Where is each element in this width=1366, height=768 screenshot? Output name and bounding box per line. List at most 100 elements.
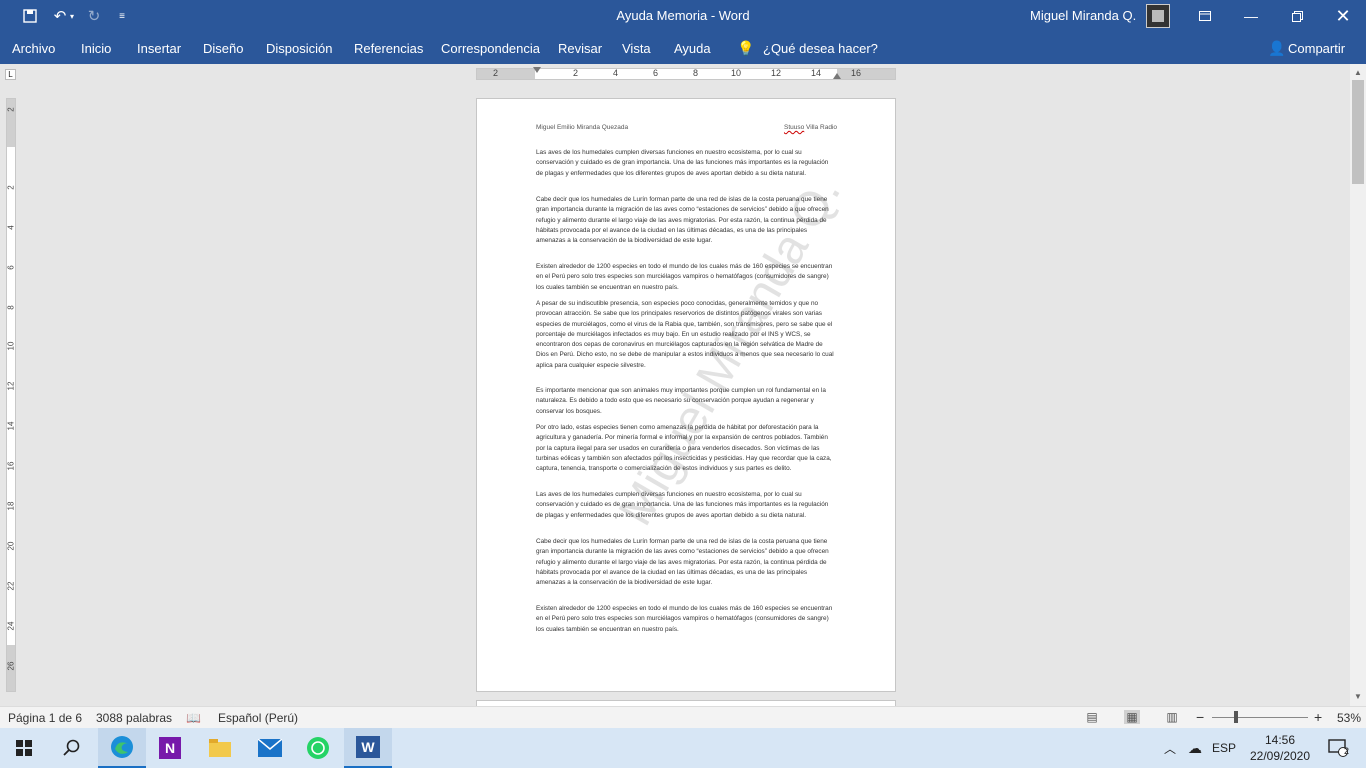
title-bar: ↶ ▾ ↻ ≡ Ayuda Memoria - Word Miguel Mira… [0,0,1366,32]
ruler-label: 12 [6,381,16,391]
ruler-label: 6 [6,265,16,270]
customize-toolbar-icon[interactable]: ≡ [110,4,134,28]
paragraph: Las aves de los humedales cumplen divers… [536,491,829,519]
windows-start-icon[interactable] [0,728,48,768]
ruler-label: 10 [731,68,742,78]
ruler-label: 2 [6,185,16,190]
search-icon[interactable] [48,728,96,768]
scrollbar-thumb[interactable] [1352,80,1364,184]
user-name[interactable]: Miguel Miranda Q. [1030,0,1136,32]
tab-ayuda[interactable]: Ayuda [674,32,711,65]
ruler-label: 14 [811,68,822,78]
notification-center-icon[interactable]: 2 [1318,728,1358,768]
right-indent-marker[interactable] [833,73,841,79]
first-line-indent-marker[interactable] [533,67,541,73]
tab-disposicion[interactable]: Disposición [266,32,332,65]
ruler-label: 22 [6,581,16,591]
input-language[interactable]: ESP [1208,728,1240,768]
tab-selector[interactable]: L [5,69,16,80]
ruler-label: 4 [6,225,16,230]
horizontal-ruler[interactable]: 2 2 4 6 8 10 12 14 16 [476,67,896,80]
ruler-label: 6 [653,68,659,78]
paragraph: Existen alrededor de 1200 especies en to… [536,263,833,291]
vertical-ruler[interactable]: 2 2 4 6 8 10 12 14 16 18 20 22 24 26 [6,98,16,692]
tab-diseno[interactable]: Diseño [203,32,243,65]
document-page[interactable]: Miguel Miranda Q. Miguel Emilio Miranda … [476,98,896,692]
paragraph: Las aves de los humedales cumplen divers… [536,149,829,177]
ruler-label: 24 [6,621,16,631]
zoom-out-icon[interactable]: − [1196,709,1204,725]
notification-count: 2 [1344,746,1350,756]
ruler-label: 8 [6,305,16,310]
ruler-label: 8 [693,68,699,78]
ruler-label: 18 [6,501,16,511]
page-count[interactable]: Página 1 de 6 [8,711,82,725]
ruler-label: 2 [6,107,16,112]
ribbon-tabs: Archivo Inicio Insertar Diseño Disposici… [0,32,1366,64]
ruler-label: 26 [6,661,16,671]
file-explorer-icon[interactable] [196,728,244,768]
restore-icon[interactable] [1274,0,1320,32]
paragraph: Cabe decir que los humedales de Lurín fo… [536,196,829,245]
taskbar: N W ︿ ☁ ESP 14:56 22/09/2020 2 [0,728,1366,768]
header-misspelled-word: Stuuso [783,124,805,131]
avatar[interactable] [1146,4,1170,28]
lightbulb-icon: 💡 [737,40,755,56]
tab-correspondencia[interactable]: Correspondencia [441,32,540,65]
print-layout-icon[interactable]: ▦ [1124,710,1140,724]
web-layout-icon[interactable]: ▥ [1164,710,1180,724]
paragraph: Es importante mencionar que son animales… [536,387,826,415]
undo-dropdown-icon[interactable]: ▾ [66,4,78,28]
show-hidden-icons-icon[interactable]: ︿ [1158,728,1182,768]
header-right-text: Villa Radio [804,124,837,131]
ruler-label: 16 [6,461,16,471]
scroll-up-icon[interactable]: ▲ [1350,66,1366,80]
tab-archivo[interactable]: Archivo [12,32,55,65]
mail-icon[interactable] [246,728,294,768]
scroll-down-icon[interactable]: ▼ [1350,690,1366,704]
ruler-label: 2 [493,68,499,78]
edge-browser-icon[interactable] [98,728,146,768]
paragraph: Por otro lado, estas especies tienen com… [536,424,832,473]
tell-me-search[interactable]: ¿Qué desea hacer? [763,32,878,65]
read-mode-icon[interactable]: ▤ [1084,710,1100,724]
status-bar: Página 1 de 6 3088 palabras 📖 Español (P… [0,706,1366,728]
language-indicator[interactable]: Español (Perú) [218,711,298,725]
zoom-slider-thumb[interactable] [1234,711,1238,723]
clock-date: 22/09/2020 [1249,749,1311,763]
tab-revisar[interactable]: Revisar [558,32,602,65]
whatsapp-icon[interactable] [294,728,342,768]
tab-inicio[interactable]: Inicio [81,32,111,65]
share-button[interactable]: Compartir [1288,32,1345,65]
word-count[interactable]: 3088 palabras [96,711,172,725]
tab-insertar[interactable]: Insertar [137,32,181,65]
save-icon[interactable] [18,4,42,28]
ruler-label: 4 [613,68,619,78]
paragraph: Cabe decir que los humedales de Lurín fo… [536,538,829,587]
minimize-icon[interactable]: — [1228,0,1274,32]
header-right: Stuuso Villa Radio [784,124,837,131]
share-person-icon: 👤 [1268,40,1286,56]
ribbon-display-options-icon[interactable] [1182,0,1228,32]
vertical-scrollbar[interactable]: ▲ ▼ [1350,64,1366,706]
zoom-level[interactable]: 53% [1337,711,1361,725]
ruler-label: 2 [573,68,579,78]
proofing-icon[interactable]: 📖 [186,711,201,725]
ruler-label: 14 [6,421,16,431]
onedrive-cloud-icon[interactable]: ☁ [1182,728,1208,768]
close-icon[interactable]: ✕ [1320,0,1366,32]
onenote-icon[interactable]: N [146,728,194,768]
paragraph: A pesar de su indiscutible presencia, so… [536,300,834,369]
word-taskbar-icon[interactable]: W [344,728,392,768]
ruler-label: 10 [6,341,16,351]
clock[interactable]: 14:56 22/09/2020 [1244,732,1316,764]
zoom-in-icon[interactable]: + [1314,709,1322,725]
tab-referencias[interactable]: Referencias [354,32,423,65]
ruler-label: 12 [771,68,782,78]
redo-icon[interactable]: ↻ [82,4,106,28]
tab-vista[interactable]: Vista [622,32,651,65]
paragraph: Existen alrededor de 1200 especies en to… [536,605,833,633]
header-author: Miguel Emilio Miranda Quezada [536,124,629,131]
zoom-slider[interactable] [1212,717,1308,718]
clock-time: 14:56 [1264,733,1296,747]
